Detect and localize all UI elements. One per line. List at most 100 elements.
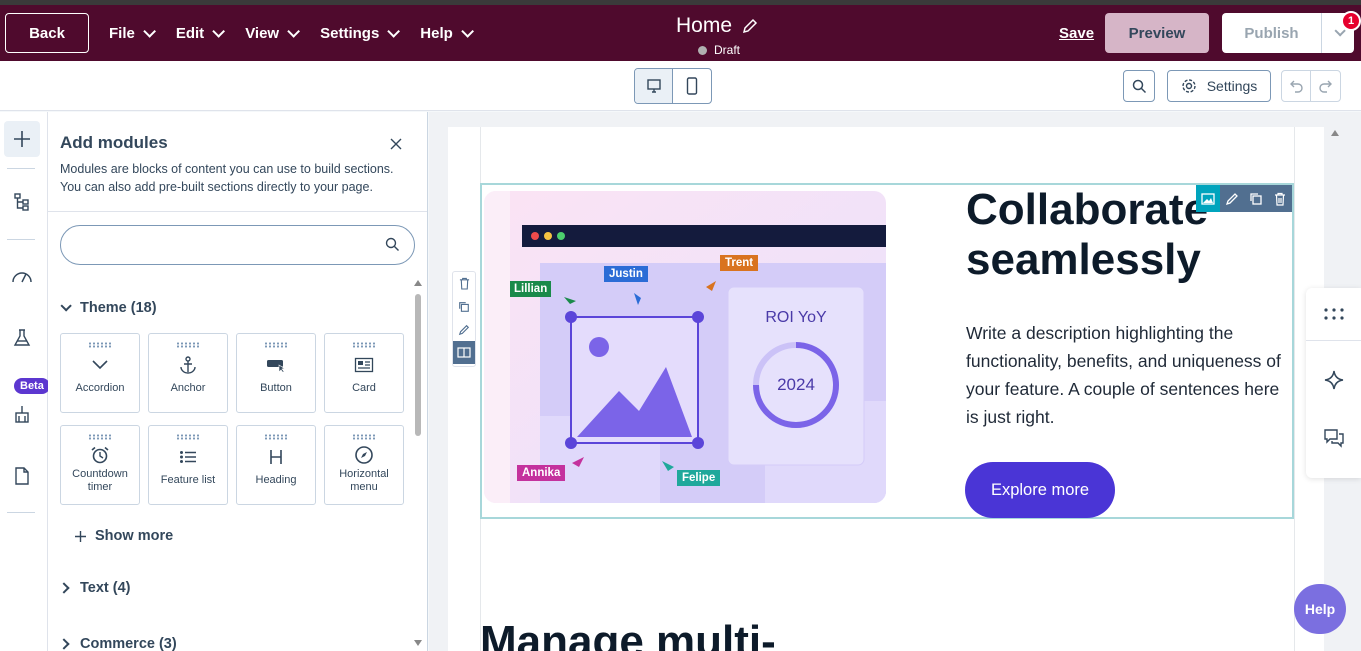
section-layout-button[interactable] <box>453 341 475 364</box>
close-icon[interactable] <box>388 136 404 152</box>
pencil-icon <box>458 324 470 335</box>
roi-card-value: 2024 <box>777 375 815 394</box>
undo-redo-group <box>1281 70 1341 102</box>
ai-assistant-button[interactable] <box>1306 354 1361 406</box>
module-search-input[interactable] <box>75 226 375 262</box>
button-icon <box>267 360 286 373</box>
undo-button[interactable] <box>1282 71 1312 101</box>
rail-divider <box>7 512 35 513</box>
drag-handle-icon <box>176 342 200 348</box>
module-edit-button[interactable] <box>1220 185 1244 212</box>
trash-icon <box>1275 192 1285 206</box>
section-edit-button[interactable] <box>453 318 475 341</box>
module-countdown-timer[interactable]: Countdown timer <box>60 425 140 505</box>
top-bar: Back File Edit View Settings Help Home D… <box>0 0 1361 61</box>
next-section-heading[interactable]: Manage multi- <box>480 617 776 651</box>
drag-handle-icon <box>352 434 376 440</box>
explore-more-button[interactable]: Explore more <box>965 462 1115 518</box>
redo-button[interactable] <box>1311 71 1340 101</box>
test-tab[interactable] <box>4 320 40 356</box>
comments-button[interactable] <box>1306 412 1361 464</box>
heading-icon <box>270 450 282 464</box>
panel-description: Modules are blocks of content you can us… <box>60 162 394 194</box>
trash-icon <box>459 277 469 290</box>
cursor-tag-felipe: Felipe <box>677 470 721 486</box>
layers-tab[interactable] <box>4 184 40 220</box>
pencil-icon[interactable] <box>742 18 758 34</box>
settings-button[interactable]: Settings <box>1167 70 1271 102</box>
search-icon <box>1132 79 1146 93</box>
pages-tab[interactable] <box>4 458 40 494</box>
illustration-graphic <box>484 191 886 503</box>
drag-handle-icon <box>88 342 112 348</box>
module-card[interactable]: Card <box>324 333 404 413</box>
module-image-button[interactable] <box>1196 185 1220 212</box>
panel-scrollbar[interactable] <box>414 280 422 646</box>
menu-file[interactable]: File <box>109 25 156 42</box>
scroll-up-arrow[interactable] <box>414 280 422 286</box>
hero-description[interactable]: Write a description highlighting the fun… <box>966 319 1296 431</box>
brush-icon <box>15 406 29 423</box>
chevron-down-icon <box>387 24 401 38</box>
publish-button[interactable]: Publish <box>1222 13 1322 53</box>
roi-card-title: ROI YoY <box>765 309 827 326</box>
module-button[interactable]: Button <box>236 333 316 413</box>
scroll-down-arrow[interactable] <box>414 640 422 646</box>
add-modules-tab[interactable] <box>4 121 40 157</box>
hero-illustration[interactable]: ROI YoY 2024 Lillian Justin Trent Annika… <box>484 191 886 503</box>
brand-tab[interactable] <box>4 396 40 432</box>
module-delete-button[interactable] <box>1268 185 1292 212</box>
module-heading[interactable]: Heading <box>236 425 316 505</box>
right-dock <box>1306 288 1361 478</box>
section-duplicate-button[interactable] <box>453 295 475 318</box>
page-title[interactable]: Home <box>676 14 758 38</box>
mobile-view-button[interactable] <box>673 69 711 103</box>
rail-divider <box>7 168 35 169</box>
comments-icon <box>1323 429 1344 448</box>
category-theme[interactable]: Theme (18) <box>60 300 157 316</box>
cursor-tag-annika: Annika <box>517 465 566 481</box>
chevron-down-icon <box>461 24 474 38</box>
module-horizontal-menu[interactable]: Horizontal menu <box>324 425 404 505</box>
menu-settings[interactable]: Settings <box>320 25 401 42</box>
desktop-view-button[interactable] <box>635 69 674 103</box>
scroll-up-arrow[interactable] <box>1331 130 1339 136</box>
module-duplicate-button[interactable] <box>1244 185 1268 212</box>
dock-drag-handle[interactable] <box>1306 288 1361 340</box>
category-commerce[interactable]: Commerce (3) <box>58 636 177 651</box>
hero-section[interactable]: ROI YoY 2024 Lillian Justin Trent Annika… <box>480 183 1294 519</box>
image-icon <box>1201 192 1215 205</box>
optimize-tab[interactable] <box>4 258 40 294</box>
canvas-search-button[interactable] <box>1123 70 1155 102</box>
section-delete-button[interactable] <box>453 272 475 295</box>
drag-handle-icon <box>264 434 288 440</box>
add-modules-panel: Add modules Modules are blocks of conten… <box>48 112 428 651</box>
show-more-button[interactable]: Show more <box>74 528 173 544</box>
card-icon <box>354 357 374 373</box>
module-accordion[interactable]: Accordion <box>60 333 140 413</box>
menu-view[interactable]: View <box>245 25 301 42</box>
page-icon <box>15 467 29 485</box>
drag-handle-icon <box>88 434 112 440</box>
help-button[interactable]: Help <box>1294 584 1346 634</box>
menu-edit[interactable]: Edit <box>176 25 226 42</box>
desktop-icon <box>646 79 661 93</box>
back-button[interactable]: Back <box>5 13 89 53</box>
menu-help[interactable]: Help <box>420 25 474 42</box>
notification-badge[interactable]: 1 <box>1341 11 1361 31</box>
redo-icon <box>1318 80 1332 93</box>
panel-divider <box>48 211 427 212</box>
add-icon <box>14 131 30 147</box>
category-text[interactable]: Text (4) <box>58 580 131 596</box>
module-feature-list[interactable]: Feature list <box>148 425 228 505</box>
save-link[interactable]: Save <box>1059 25 1094 42</box>
preview-button[interactable]: Preview <box>1105 13 1209 53</box>
status-badge: Draft <box>698 43 740 57</box>
chevron-down-icon <box>92 360 108 370</box>
scroll-thumb[interactable] <box>415 294 421 436</box>
status-dot <box>698 45 707 55</box>
module-anchor[interactable]: Anchor <box>148 333 228 413</box>
chevron-down-icon <box>287 24 301 38</box>
dock-divider <box>1306 340 1361 341</box>
copy-icon <box>459 301 469 312</box>
